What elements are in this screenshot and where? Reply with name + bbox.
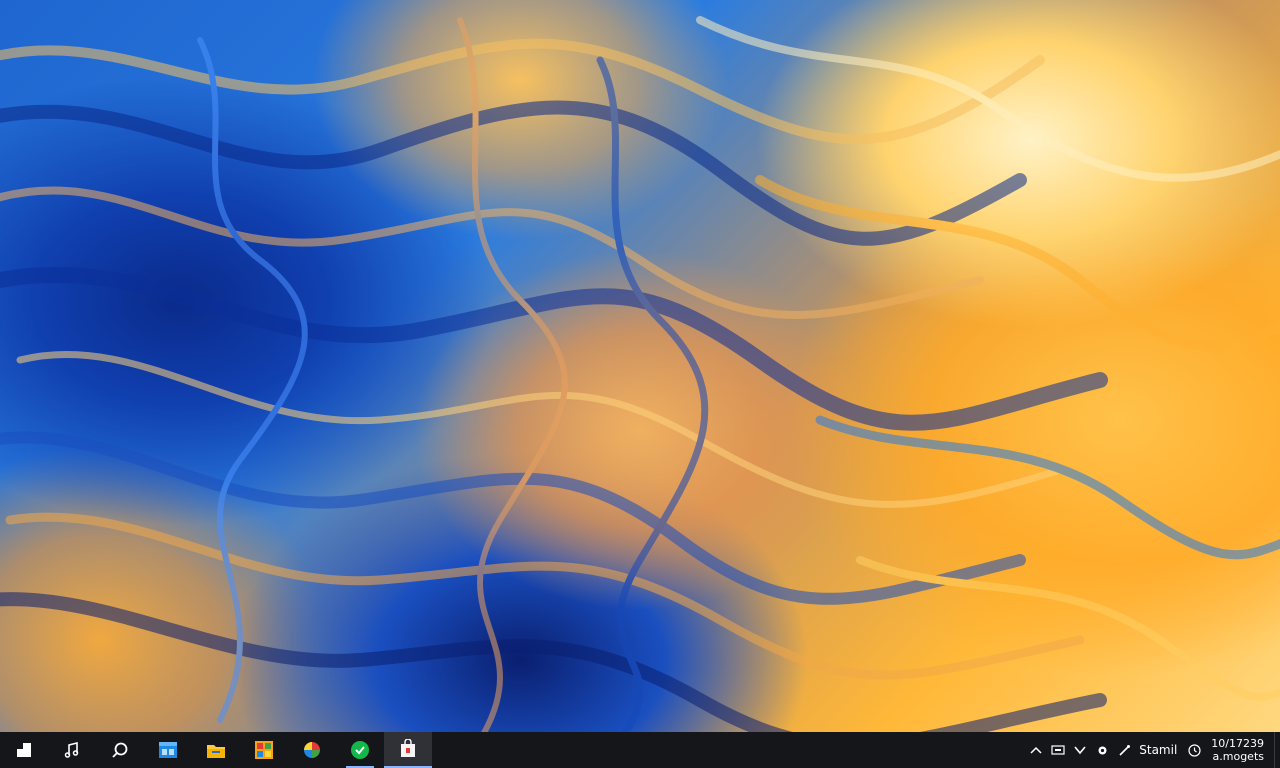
show-desktop-button[interactable]: [1274, 732, 1280, 768]
taskbar: Stamil 10/17239 a.mogets: [0, 732, 1280, 768]
multicolor-app-button[interactable]: [288, 732, 336, 768]
store-bag-app-button[interactable]: [384, 732, 432, 768]
store-bag-icon: [401, 739, 415, 757]
tray-label[interactable]: Stamil: [1135, 743, 1183, 757]
clock-tray-button[interactable]: [1183, 732, 1205, 768]
windows-start-icon: [17, 743, 31, 757]
show-hidden-icons-button[interactable]: [1025, 732, 1047, 768]
green-chat-app-button[interactable]: [336, 732, 384, 768]
clock-time: 10/17239: [1211, 737, 1264, 750]
chevron-up-icon: [1030, 746, 1042, 754]
check-icon: [1074, 746, 1086, 755]
keyboard-tray-button[interactable]: [1047, 732, 1069, 768]
search-button[interactable]: [96, 732, 144, 768]
clock-icon: [1188, 743, 1201, 757]
search-icon: [112, 742, 128, 758]
pen-icon: [1119, 744, 1130, 756]
music-app-button[interactable]: [48, 732, 96, 768]
pen-tray-button[interactable]: [1113, 732, 1135, 768]
start-button[interactable]: [0, 732, 48, 768]
multicolor-app-icon: [304, 742, 320, 758]
music-note-icon: [64, 741, 79, 758]
gear-icon: [1098, 746, 1107, 754]
blue-window-app-icon: [159, 742, 177, 758]
store-grid-app-button[interactable]: [240, 732, 288, 768]
clock-date-button[interactable]: 10/17239 a.mogets: [1205, 732, 1274, 768]
file-explorer-icon: [207, 745, 225, 758]
system-tray: Stamil 10/17239 a.mogets: [1025, 732, 1280, 768]
keyboard-icon: [1051, 745, 1065, 755]
desktop-wallpaper: [0, 0, 1280, 732]
check-tray-button[interactable]: [1069, 732, 1091, 768]
clock-date: a.mogets: [1212, 750, 1264, 763]
file-explorer-button[interactable]: [192, 732, 240, 768]
wallpaper-swirls: [0, 16, 1280, 732]
green-chat-app-icon: [351, 741, 369, 759]
store-grid-app-icon: [255, 741, 273, 759]
settings-tray-button[interactable]: [1091, 732, 1113, 768]
blue-window-app-button[interactable]: [144, 732, 192, 768]
